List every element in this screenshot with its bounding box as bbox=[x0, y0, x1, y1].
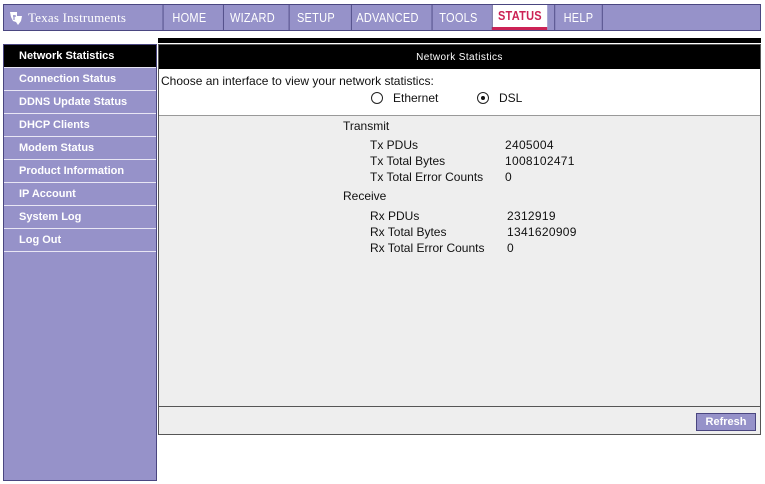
dsl-label: DSL bbox=[499, 91, 523, 105]
sidebar-item-connection-status[interactable]: Connection Status bbox=[4, 68, 156, 91]
tab-advanced[interactable]: ADVANCED bbox=[350, 5, 423, 30]
action-bar: Refresh bbox=[159, 406, 760, 434]
sidebar-item-modem-status[interactable]: Modem Status bbox=[4, 137, 156, 160]
tx-pdus-value: 2405004 bbox=[505, 138, 554, 152]
header-divider bbox=[158, 38, 761, 43]
sidebar-item-ip-account[interactable]: IP Account bbox=[4, 183, 156, 206]
rx-total-bytes-label: Rx Total Bytes bbox=[370, 225, 447, 239]
tab-help[interactable]: HELP bbox=[554, 5, 603, 30]
sidebar-item-product-information[interactable]: Product Information bbox=[4, 160, 156, 183]
ethernet-radio[interactable] bbox=[371, 92, 383, 104]
tab-status[interactable]: STATUS bbox=[491, 5, 548, 30]
ethernet-label: Ethernet bbox=[393, 91, 439, 105]
sidebar-item-log-out[interactable]: Log Out bbox=[4, 229, 156, 252]
tx-error-counts-label: Tx Total Error Counts bbox=[370, 170, 484, 184]
tx-total-bytes-label: Tx Total Bytes bbox=[370, 154, 446, 168]
tab-home[interactable]: HOME bbox=[162, 5, 216, 30]
tx-pdus-label: Tx PDUs bbox=[370, 138, 418, 152]
texas-state-icon bbox=[10, 11, 22, 25]
tab-tools[interactable]: TOOLS bbox=[431, 5, 485, 30]
sidebar-item-network-statistics[interactable]: Network Statistics bbox=[4, 45, 156, 68]
interface-prompt: Choose an interface to view your network… bbox=[161, 74, 434, 88]
rx-error-counts-label: Rx Total Error Counts bbox=[370, 241, 485, 255]
brand-name: Texas Instruments bbox=[28, 9, 127, 25]
sidebar: Network Statistics Connection Status DDN… bbox=[3, 44, 157, 481]
transmit-heading: Transmit bbox=[343, 119, 390, 133]
rx-total-bytes-value: 1341620909 bbox=[507, 225, 577, 239]
statistics-area: Transmit Tx PDUs 2405004 Tx Total Bytes … bbox=[159, 116, 760, 406]
interface-selector: Choose an interface to view your network… bbox=[159, 69, 760, 116]
main-panel: Network Statistics Choose an interface t… bbox=[158, 44, 761, 435]
tx-error-counts-value: 0 bbox=[505, 170, 512, 184]
page-title: Network Statistics bbox=[159, 45, 760, 69]
rx-pdus-value: 2312919 bbox=[507, 209, 556, 223]
sidebar-item-system-log[interactable]: System Log bbox=[4, 206, 156, 229]
tx-total-bytes-value: 1008102471 bbox=[505, 154, 575, 168]
sidebar-item-dhcp-clients[interactable]: DHCP Clients bbox=[4, 114, 156, 137]
rx-error-counts-value: 0 bbox=[507, 241, 514, 255]
rx-pdus-label: Rx PDUs bbox=[370, 209, 420, 223]
ethernet-radio-option[interactable]: Ethernet bbox=[371, 91, 438, 105]
sidebar-item-ddns-update-status[interactable]: DDNS Update Status bbox=[4, 91, 156, 114]
receive-heading: Receive bbox=[343, 189, 387, 203]
top-nav-bar: Texas Instruments HOME WIZARD SETUP ADVA… bbox=[3, 4, 761, 31]
dsl-radio[interactable] bbox=[477, 92, 489, 104]
ti-logo: Texas Instruments bbox=[4, 5, 159, 30]
tab-setup[interactable]: SETUP bbox=[288, 5, 343, 30]
dsl-radio-option[interactable]: DSL bbox=[477, 91, 522, 105]
refresh-button[interactable]: Refresh bbox=[696, 413, 756, 431]
tab-wizard[interactable]: WIZARD bbox=[222, 5, 281, 30]
